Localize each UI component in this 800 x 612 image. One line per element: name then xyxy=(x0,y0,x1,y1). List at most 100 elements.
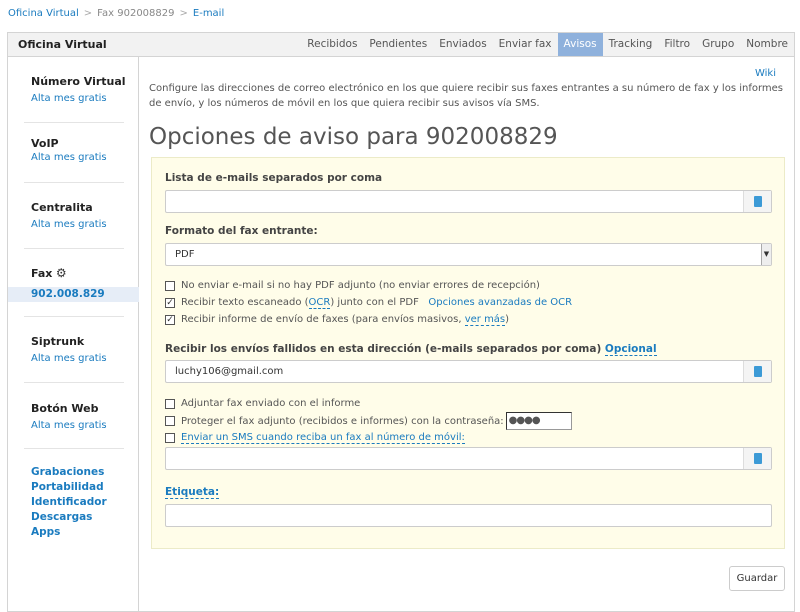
address-book-button[interactable] xyxy=(743,191,771,212)
checkbox[interactable] xyxy=(165,281,175,291)
sidebar-link[interactable]: Alta mes gratis xyxy=(31,152,107,163)
checkbox-label: No enviar e-mail si no hay PDF adjunto (… xyxy=(181,280,540,291)
text: ) junto con el PDF xyxy=(330,297,418,308)
sidebar-heading: Botón Web xyxy=(31,402,139,415)
sidebar-numero-virtual: Número Virtual Alta mes gratis xyxy=(8,75,139,104)
optional-link[interactable]: Opcional xyxy=(605,343,657,356)
wiki-link[interactable]: Wiki xyxy=(755,68,776,79)
sidebar-heading: VoIP xyxy=(31,137,139,150)
sidebar: Número Virtual Alta mes gratis VoIP Alta m… xyxy=(8,57,139,611)
address-book-icon xyxy=(754,453,762,464)
sidebar-centralita: Centralita Alta mes gratis xyxy=(8,201,139,230)
tab-avisos[interactable]: Avisos xyxy=(558,33,603,56)
checkbox[interactable] xyxy=(165,399,175,409)
address-book-icon xyxy=(754,366,762,377)
text: Recibir texto escaneado ( xyxy=(181,297,309,308)
ocr-options-link[interactable]: Opciones avanzadas de OCR xyxy=(428,297,572,308)
divider xyxy=(24,382,124,383)
sidebar-link[interactable]: Alta mes gratis xyxy=(31,353,107,364)
save-button[interactable]: Guardar xyxy=(729,566,785,591)
sidebar-voip: VoIP Alta mes gratis xyxy=(8,137,139,163)
sidebar-fax: Fax ⚙ xyxy=(8,266,139,280)
sidebar-heading: Centralita xyxy=(31,201,139,214)
options-form: Lista de e-mails separados por coma Form… xyxy=(151,157,785,549)
checkbox-ocr[interactable]: ✓ Recibir texto escaneado (OCR) junto con… xyxy=(165,297,572,308)
header-title: Oficina Virtual xyxy=(8,33,301,56)
sidebar-boton-web: Botón Web Alta mes gratis xyxy=(8,402,139,431)
password-input[interactable]: ●●●● xyxy=(506,412,572,430)
tab-filtro[interactable]: Filtro xyxy=(658,33,696,56)
checkbox[interactable] xyxy=(165,416,175,426)
checkbox-label: Proteger el fax adjunto (recibidos e inf… xyxy=(181,416,504,427)
text: ) xyxy=(505,314,509,325)
checkbox[interactable] xyxy=(165,433,175,443)
format-label: Formato del fax entrante: xyxy=(165,225,318,237)
checkbox-label: Recibir informe de envío de faxes (para … xyxy=(181,314,509,325)
tab-enviar-fax[interactable]: Enviar fax xyxy=(493,33,558,56)
header-bar: Oficina Virtual Recibidos Pendientes Env… xyxy=(8,33,794,57)
emails-label: Lista de e-mails separados por coma xyxy=(165,172,382,184)
divider xyxy=(24,182,124,183)
checkbox-attach[interactable]: Adjuntar fax enviado con el informe xyxy=(165,398,360,409)
link-grabaciones[interactable]: Grabaciones xyxy=(31,465,107,480)
divider xyxy=(24,248,124,249)
description: Configure las direcciones de correo elec… xyxy=(149,81,789,111)
link-identificador[interactable]: Identificador xyxy=(31,495,107,510)
sidebar-heading: Fax xyxy=(31,267,52,280)
tag-input[interactable] xyxy=(165,504,772,527)
link-apps[interactable]: Apps xyxy=(31,525,107,540)
checkbox-label: Adjuntar fax enviado con el informe xyxy=(181,398,360,409)
failed-label-text: Recibir los envíos fallidos en esta dire… xyxy=(165,343,601,355)
divider xyxy=(24,448,124,449)
tab-pendientes[interactable]: Pendientes xyxy=(363,33,433,56)
link-descargas[interactable]: Descargas xyxy=(31,510,107,525)
checkbox-sms[interactable]: Enviar un SMS cuando reciba un fax al nú… xyxy=(165,432,465,444)
checkbox[interactable]: ✓ xyxy=(165,298,175,308)
sms-link[interactable]: Enviar un SMS cuando reciba un fax al nú… xyxy=(181,432,465,444)
address-book-icon xyxy=(754,196,762,207)
text: Recibir informe de envío de faxes (para … xyxy=(181,314,465,325)
divider xyxy=(24,316,124,317)
sidebar-siptrunk: Siptrunk Alta mes gratis xyxy=(8,335,139,364)
gear-icon[interactable]: ⚙ xyxy=(56,266,67,280)
checkbox-protect[interactable]: Proteger el fax adjunto (recibidos e inf… xyxy=(165,412,572,430)
format-value: PDF xyxy=(175,249,194,260)
breadcrumb: Oficina Virtual>Fax 902008829>E-mail xyxy=(8,8,224,19)
link-portabilidad[interactable]: Portabilidad xyxy=(31,480,107,495)
breadcrumb-oficina-virtual[interactable]: Oficina Virtual xyxy=(8,8,79,19)
tag-link[interactable]: Etiqueta: xyxy=(165,486,219,499)
main-panel: Oficina Virtual Recibidos Pendientes Env… xyxy=(7,32,795,612)
sidebar-fax-number[interactable]: 902.008.829 xyxy=(8,287,139,302)
failed-label: Recibir los envíos fallidos en esta dire… xyxy=(165,343,657,355)
sidebar-heading: Siptrunk xyxy=(31,335,139,348)
tag-label: Etiqueta: xyxy=(165,486,219,498)
checkbox-no-pdf[interactable]: No enviar e-mail si no hay PDF adjunto (… xyxy=(165,280,540,291)
sidebar-link[interactable]: Alta mes gratis xyxy=(31,420,107,431)
address-book-button[interactable] xyxy=(743,448,771,469)
address-book-button[interactable] xyxy=(743,361,771,382)
sidebar-link[interactable]: Alta mes gratis xyxy=(31,219,107,230)
checkbox[interactable]: ✓ xyxy=(165,315,175,325)
breadcrumb-fax: Fax 902008829 xyxy=(97,8,174,19)
tab-enviados[interactable]: Enviados xyxy=(433,33,492,56)
checkbox-report[interactable]: ✓ Recibir informe de envío de faxes (para… xyxy=(165,314,509,325)
sidebar-links: Grabaciones Portabilidad Identificador D… xyxy=(31,465,107,540)
breadcrumb-email[interactable]: E-mail xyxy=(193,8,224,19)
divider xyxy=(24,122,124,123)
sms-input[interactable] xyxy=(165,447,772,470)
tab-grupo[interactable]: Grupo xyxy=(696,33,740,56)
tab-recibidos[interactable]: Recibidos xyxy=(301,33,363,56)
page-title: Opciones de aviso para 902008829 xyxy=(149,124,558,150)
chevron-down-icon: ▼ xyxy=(761,244,771,265)
sidebar-link[interactable]: Alta mes gratis xyxy=(31,93,107,104)
emails-input[interactable] xyxy=(165,190,772,213)
checkbox-label: Recibir texto escaneado (OCR) junto con … xyxy=(181,297,572,308)
failed-email-value: luchy106@gmail.com xyxy=(175,366,283,377)
failed-email-input[interactable]: luchy106@gmail.com xyxy=(165,360,772,383)
tab-nombre[interactable]: Nombre xyxy=(740,33,794,56)
tab-tracking[interactable]: Tracking xyxy=(603,33,659,56)
sidebar-heading: Número Virtual xyxy=(31,75,139,88)
ver-mas-link[interactable]: ver más xyxy=(465,314,505,326)
format-select[interactable]: PDF ▼ xyxy=(165,243,772,266)
ocr-link[interactable]: OCR xyxy=(309,297,331,309)
